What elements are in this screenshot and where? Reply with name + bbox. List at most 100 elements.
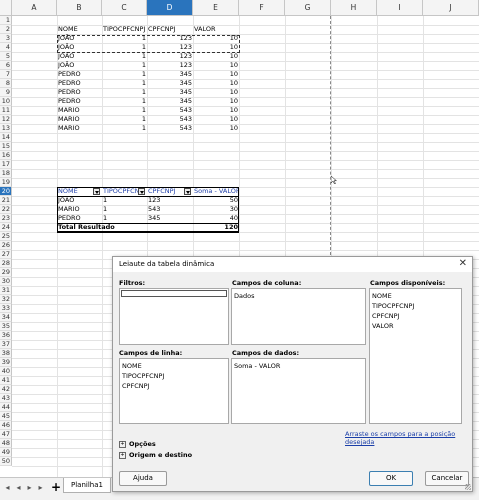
column-fields-box[interactable]: Dados	[231, 288, 366, 345]
cell[interactable]: 1	[103, 61, 146, 70]
cell[interactable]: 10	[194, 124, 238, 133]
row-header[interactable]: 10	[0, 97, 12, 106]
row-header[interactable]: 27	[0, 250, 12, 259]
row-header[interactable]: 17	[0, 160, 12, 169]
cell[interactable]: 1	[103, 106, 146, 115]
row-header[interactable]: 33	[0, 304, 12, 313]
cell[interactable]: CPFCNPJ	[148, 25, 192, 34]
row-header[interactable]: 8	[0, 79, 12, 88]
cell[interactable]: PEDRO	[58, 79, 101, 88]
data-fields-box[interactable]: Soma - VALOR	[231, 358, 366, 424]
cell[interactable]: 10	[194, 115, 238, 124]
row-header[interactable]: 38	[0, 349, 12, 358]
cell[interactable]: 1	[103, 214, 146, 223]
row-header[interactable]: 39	[0, 358, 12, 367]
cell[interactable]: 543	[148, 106, 192, 115]
cell[interactable]: 10	[194, 97, 238, 106]
cell[interactable]: 50	[194, 196, 238, 205]
row-header[interactable]: 4	[0, 43, 12, 52]
next-sheet-icon[interactable]: ▸	[25, 482, 34, 494]
available-field-item[interactable]: VALOR	[372, 322, 394, 330]
expand-icon[interactable]: +	[119, 440, 126, 448]
cell[interactable]: 40	[194, 214, 238, 223]
cell[interactable]: 1	[103, 34, 146, 43]
row-header[interactable]: 7	[0, 70, 12, 79]
cell[interactable]: 543	[148, 124, 192, 133]
cell[interactable]: 10	[194, 106, 238, 115]
cell[interactable]: MARIO	[58, 106, 101, 115]
column-header[interactable]: A	[12, 0, 57, 16]
column-header[interactable]: B	[57, 0, 102, 16]
cell[interactable]: 123	[148, 61, 192, 70]
row-header[interactable]: 41	[0, 376, 12, 385]
sheet-tab[interactable]: Planilha1	[63, 478, 111, 493]
row-header[interactable]: 6	[0, 61, 12, 70]
cell[interactable]: 1	[103, 79, 146, 88]
row-header[interactable]: 21	[0, 196, 12, 205]
row-header[interactable]: 34	[0, 313, 12, 322]
cell[interactable]: 10	[194, 70, 238, 79]
cell[interactable]: JOÃO	[58, 52, 101, 61]
column-header[interactable]: F	[239, 0, 285, 16]
cell[interactable]: 345	[148, 79, 192, 88]
cancel-button[interactable]: Cancelar	[425, 471, 469, 486]
row-header[interactable]: 46	[0, 421, 12, 430]
cell[interactable]: 1	[103, 97, 146, 106]
field-dropdown-icon[interactable]	[93, 188, 100, 195]
row-header[interactable]: 20	[0, 187, 12, 196]
help-button[interactable]: Ajuda	[119, 471, 167, 486]
cell[interactable]: NOME	[58, 25, 101, 34]
row-header[interactable]: 44	[0, 403, 12, 412]
row-field-item[interactable]: TIPOCPFCNPJ	[122, 372, 164, 380]
row-header[interactable]: 16	[0, 151, 12, 160]
source-destination-expander[interactable]: + Origem e destino	[119, 451, 192, 459]
data-field-item[interactable]: Soma - VALOR	[234, 362, 280, 370]
field-dropdown-icon[interactable]	[184, 188, 191, 195]
cell[interactable]: 1	[103, 88, 146, 97]
cell[interactable]: MARIO	[58, 115, 101, 124]
dialog-titlebar[interactable]: Leiaute da tabela dinâmica ✕	[113, 257, 472, 272]
row-header[interactable]: 30	[0, 277, 12, 286]
column-header[interactable]: E	[193, 0, 239, 16]
cell[interactable]: 10	[194, 52, 238, 61]
row-header[interactable]: 3	[0, 34, 12, 43]
cell[interactable]: MARIO	[58, 205, 101, 214]
available-fields-box[interactable]: NOME TIPOCPFCNPJ CPFCNPJ VALOR	[369, 288, 462, 424]
cell[interactable]: TIPOCPFCNPJ	[103, 25, 146, 34]
cell[interactable]: 10	[194, 88, 238, 97]
cell[interactable]: 10	[194, 34, 238, 43]
row-header[interactable]: 1	[0, 16, 12, 25]
cell[interactable]: 1	[103, 43, 146, 52]
column-header[interactable]: G	[285, 0, 331, 16]
row-header[interactable]: 29	[0, 268, 12, 277]
column-header[interactable]: J	[423, 0, 479, 16]
cell[interactable]: 345	[148, 88, 192, 97]
row-header[interactable]: 42	[0, 385, 12, 394]
cell[interactable]: 345	[148, 214, 192, 223]
ok-button[interactable]: OK	[369, 471, 413, 486]
resize-grip-icon[interactable]	[465, 484, 471, 490]
row-header[interactable]: 25	[0, 232, 12, 241]
row-header[interactable]: 32	[0, 295, 12, 304]
prev-sheet-icon[interactable]: ◂	[14, 482, 23, 494]
cell[interactable]: 1	[103, 205, 146, 214]
cell[interactable]: 1	[103, 124, 146, 133]
cell[interactable]: PEDRO	[58, 214, 101, 223]
row-header[interactable]: 37	[0, 340, 12, 349]
available-field-item[interactable]: NOME	[372, 292, 392, 300]
cell[interactable]: VALOR	[194, 25, 238, 34]
last-sheet-icon[interactable]: ▸	[36, 482, 45, 494]
filter-drop-slot[interactable]	[121, 290, 227, 297]
cell[interactable]: JOÃO	[58, 196, 101, 205]
row-header[interactable]: 48	[0, 439, 12, 448]
cell[interactable]: 30	[194, 205, 238, 214]
available-field-item[interactable]: TIPOCPFCNPJ	[372, 302, 414, 310]
filters-box[interactable]	[119, 288, 229, 345]
column-header[interactable]: C	[102, 0, 147, 16]
cell[interactable]: 123	[148, 196, 192, 205]
select-all-corner[interactable]	[0, 0, 12, 16]
row-field-item[interactable]: NOME	[122, 362, 142, 370]
options-expander[interactable]: + Opções	[119, 440, 156, 448]
row-header[interactable]: 49	[0, 448, 12, 457]
row-header[interactable]: 36	[0, 331, 12, 340]
